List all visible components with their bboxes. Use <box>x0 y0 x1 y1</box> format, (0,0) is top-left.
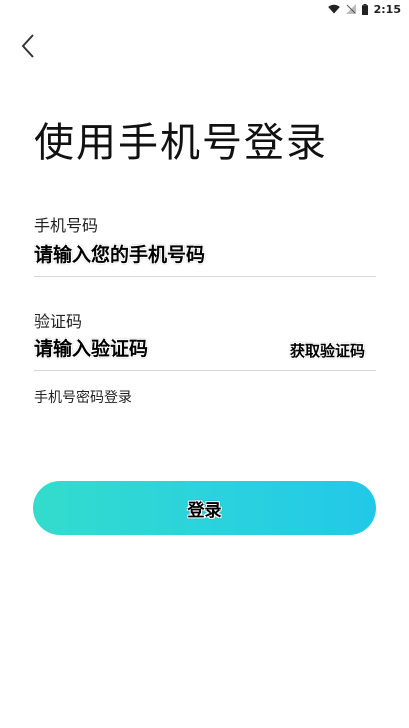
battery-icon <box>361 3 368 15</box>
login-button-label: 登录 <box>187 500 222 521</box>
no-signal-icon <box>345 4 356 14</box>
code-input[interactable] <box>34 336 264 362</box>
status-bar: 2:15 <box>0 0 409 18</box>
chevron-left-icon <box>21 34 34 58</box>
get-code-button[interactable]: 获取验证码 <box>290 340 365 361</box>
phone-input[interactable] <box>34 242 364 268</box>
status-time: 2:15 <box>373 2 401 16</box>
wifi-icon <box>327 4 340 14</box>
phone-divider <box>34 276 376 277</box>
back-button[interactable] <box>14 32 42 60</box>
page-title: 使用手机号登录 <box>34 120 328 166</box>
code-label: 验证码 <box>34 312 83 331</box>
password-login-link[interactable]: 手机号密码登录 <box>34 387 132 407</box>
login-button[interactable]: 登录 <box>33 481 376 535</box>
code-divider <box>34 370 376 371</box>
phone-label: 手机号码 <box>34 216 99 235</box>
